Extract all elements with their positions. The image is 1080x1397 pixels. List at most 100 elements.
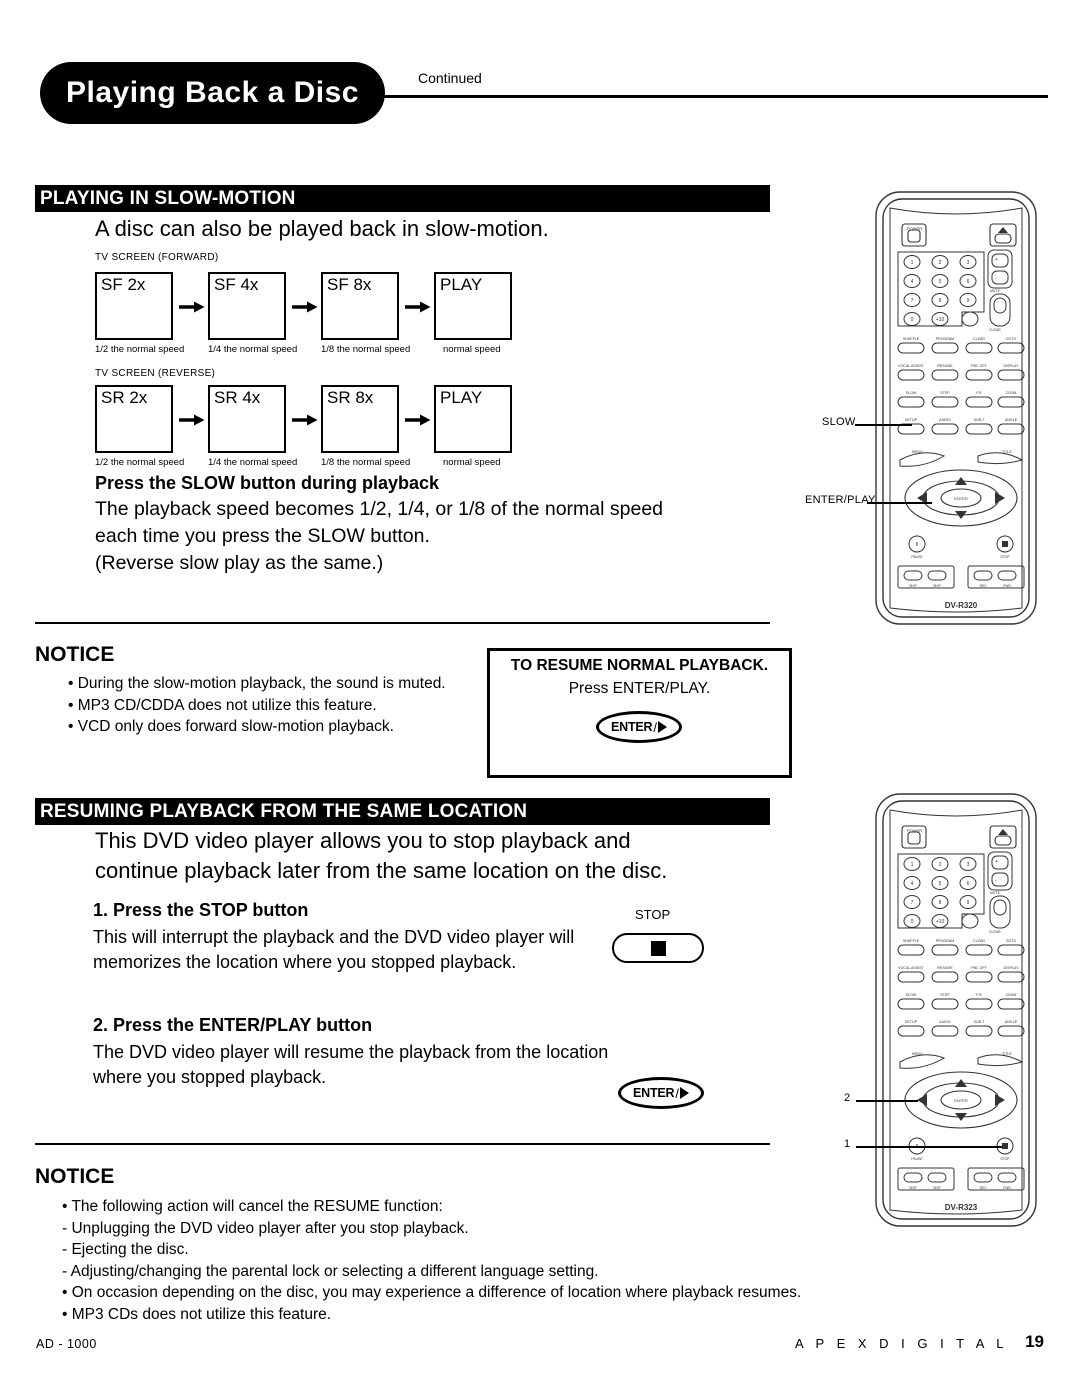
resuming-lead-line: continue playback later from the same lo… bbox=[95, 858, 668, 883]
tv-screen-forward-label: TV SCREEN (FORWARD) bbox=[95, 252, 219, 263]
remote-control-illustration-top: POWER + - MUTE CLEAR 1 2 3 4 5 6 7 8 9 0… bbox=[862, 188, 1062, 633]
slow-instruction-line: The playback speed becomes 1/2, 1/4, or … bbox=[95, 498, 664, 520]
manual-page: Playing Back a Disc Continued PLAYING IN… bbox=[0, 0, 1080, 1397]
resume-box-subtitle: Press ENTER/PLAY. bbox=[568, 680, 711, 697]
notice-item: - Ejecting the disc. bbox=[62, 1241, 189, 1258]
svg-text:2: 2 bbox=[939, 260, 942, 266]
callout-line-slow bbox=[855, 424, 912, 426]
svg-text:MENU: MENU bbox=[912, 450, 923, 454]
svg-text:POWER: POWER bbox=[907, 226, 922, 231]
resume-box-title: TO RESUME NORMAL PLAYBACK. bbox=[510, 657, 769, 674]
svg-text:4: 4 bbox=[911, 279, 914, 285]
play-triangle-icon bbox=[680, 1087, 689, 1099]
continued-label: Continued bbox=[418, 70, 482, 86]
flow-box-label: SR 4x bbox=[214, 388, 261, 407]
svg-text:MUTE: MUTE bbox=[990, 891, 1001, 895]
svg-text:+10: +10 bbox=[936, 317, 945, 323]
flow-caption: normal speed bbox=[443, 344, 501, 355]
step2-heading: 2. Press the ENTER/PLAY button bbox=[93, 1015, 373, 1035]
svg-text:1: 1 bbox=[911, 862, 914, 868]
flow-box-label: PLAY bbox=[440, 388, 483, 407]
svg-text:-: - bbox=[995, 276, 997, 282]
flow-box: SF 8x bbox=[321, 272, 399, 340]
flow-caption: 1/4 the normal speed bbox=[208, 457, 298, 468]
svg-text:3: 3 bbox=[967, 260, 970, 266]
svg-text:1: 1 bbox=[911, 260, 914, 266]
svg-text:STOP: STOP bbox=[1000, 555, 1010, 559]
svg-text:F.R: F.R bbox=[976, 993, 982, 997]
svg-text:SKIP: SKIP bbox=[933, 584, 941, 588]
svg-text:PAUSE: PAUSE bbox=[911, 1157, 923, 1161]
resuming-lead-text: This DVD video player allows you to stop… bbox=[95, 826, 735, 886]
svg-text:CLEAR: CLEAR bbox=[989, 328, 1001, 332]
svg-text:POWER: POWER bbox=[907, 828, 922, 833]
svg-text:VOCAL ASSIST: VOCAL ASSIST bbox=[898, 966, 924, 970]
notice-divider bbox=[35, 1143, 770, 1145]
svg-text:SETUP: SETUP bbox=[905, 1020, 918, 1024]
flow-box-label: SF 4x bbox=[214, 275, 259, 294]
callout-label-slow: SLOW bbox=[822, 416, 856, 428]
svg-text:CLEAR: CLEAR bbox=[973, 939, 985, 943]
enter-play-button-icon[interactable]: ENTER / bbox=[618, 1077, 704, 1109]
notice-item: - Unplugging the DVD video player after … bbox=[62, 1219, 469, 1237]
flow-box: PLAY bbox=[434, 385, 512, 453]
slow-motion-reverse-flow: SR 2x 1/2 the normal speed SR 4x 1/4 the… bbox=[95, 385, 735, 475]
step1-line: memorizes the location where you stopped… bbox=[93, 952, 517, 972]
flow-box-label: SF 8x bbox=[327, 275, 372, 294]
arrow-right-icon bbox=[405, 300, 431, 313]
svg-text:RESUME: RESUME bbox=[937, 966, 953, 970]
slow-instruction-heading: Press the SLOW button during playback bbox=[95, 473, 440, 493]
svg-text:RESUME: RESUME bbox=[937, 364, 953, 368]
svg-text:SHUFFLE: SHUFFLE bbox=[903, 939, 920, 943]
callout-label-1: 1 bbox=[844, 1138, 851, 1150]
svg-text:DISPLAY: DISPLAY bbox=[1004, 966, 1020, 970]
svg-text:+: + bbox=[995, 859, 998, 865]
enter-play-button-icon[interactable]: ENTER / bbox=[596, 711, 682, 743]
svg-text:+: + bbox=[995, 257, 998, 263]
footer-page-number: 19 bbox=[1025, 1332, 1044, 1351]
notice-item: • VCD only does forward slow-motion play… bbox=[68, 718, 394, 735]
notice-item: - Adjusting/changing the parental lock o… bbox=[62, 1262, 599, 1280]
svg-text:SUB-T: SUB-T bbox=[974, 1020, 986, 1024]
step1-line: This will interrupt the playback and the… bbox=[93, 927, 575, 947]
step2-line: The DVD video player will resume the pla… bbox=[93, 1042, 609, 1062]
svg-text:0: 0 bbox=[911, 317, 914, 323]
svg-text:FWD: FWD bbox=[1003, 584, 1011, 588]
callout-line-1 bbox=[856, 1146, 1002, 1148]
step2-line: where you stopped playback. bbox=[93, 1067, 327, 1087]
svg-text:ENTER: ENTER bbox=[954, 1098, 968, 1103]
slash-label: / bbox=[675, 1085, 679, 1101]
svg-text:9: 9 bbox=[967, 900, 970, 906]
flow-box-label: SR 2x bbox=[101, 388, 148, 407]
slow-instruction-line: each time you press the SLOW button. bbox=[95, 525, 430, 547]
arrow-right-icon bbox=[179, 413, 205, 426]
svg-text:9: 9 bbox=[967, 298, 970, 304]
svg-text:SLOW: SLOW bbox=[906, 993, 917, 997]
stop-button-icon[interactable] bbox=[612, 933, 704, 963]
svg-text:PROGRAM: PROGRAM bbox=[936, 337, 955, 341]
flow-caption: 1/2 the normal speed bbox=[95, 457, 185, 468]
play-triangle-icon bbox=[658, 721, 667, 733]
svg-text:ANGLE: ANGLE bbox=[1005, 1020, 1018, 1024]
svg-text:SKIP: SKIP bbox=[909, 584, 917, 588]
notice-divider bbox=[35, 622, 770, 624]
svg-text:SHUFFLE: SHUFFLE bbox=[903, 337, 920, 341]
step1-heading: 1. Press the STOP button bbox=[93, 900, 309, 920]
svg-text:7: 7 bbox=[911, 298, 914, 304]
svg-text:8: 8 bbox=[939, 900, 942, 906]
svg-text:SLOW: SLOW bbox=[906, 391, 917, 395]
svg-text:+10: +10 bbox=[936, 919, 945, 925]
svg-text:FWD: FWD bbox=[1003, 1186, 1011, 1190]
svg-text:GOTO: GOTO bbox=[1006, 337, 1017, 341]
footer-model-code: AD - 1000 bbox=[36, 1337, 97, 1351]
arrow-right-icon bbox=[405, 413, 431, 426]
callout-line-2 bbox=[856, 1100, 918, 1102]
flow-caption: normal speed bbox=[443, 457, 501, 468]
notice-item: • MP3 CD/CDDA does not utilize this feat… bbox=[68, 696, 377, 714]
flow-box: SF 4x bbox=[208, 272, 286, 340]
svg-text:SETUP: SETUP bbox=[905, 418, 918, 422]
svg-text:MUTE: MUTE bbox=[990, 289, 1001, 293]
svg-text:PBC OFF: PBC OFF bbox=[971, 364, 987, 368]
arrow-right-icon bbox=[179, 300, 205, 313]
enter-label: ENTER bbox=[611, 720, 653, 734]
